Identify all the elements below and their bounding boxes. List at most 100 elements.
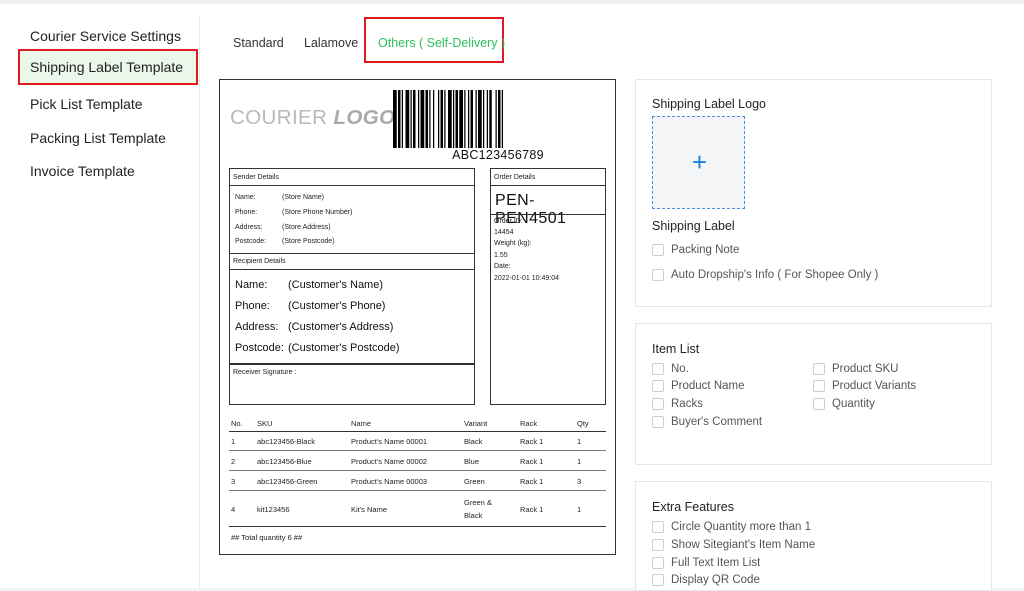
sender-details-title: Sender Details: [233, 174, 279, 181]
address-box: Sender Details Name: (Store Name) Phone:…: [229, 168, 475, 364]
settings-page: Courier Service Settings Shipping Label …: [0, 0, 1024, 591]
barcode-bar: [438, 90, 440, 148]
table-cell: 1: [577, 505, 582, 514]
th-name: Name: [351, 419, 372, 428]
th-rack: Rack: [520, 419, 538, 428]
checkbox-label: Auto Dropship's Info ( For Shopee Only ): [671, 269, 879, 281]
sender-postcode-value: (Store Postcode): [282, 238, 335, 245]
checkbox-label: Display QR Code: [671, 574, 760, 586]
sender-phone-value: (Store Phone Number): [282, 209, 353, 216]
barcode-bar: [489, 90, 492, 148]
checkbox-label: Buyer's Comment: [671, 416, 763, 428]
barcode-bar: [483, 90, 485, 148]
checkbox-label: No.: [671, 363, 689, 375]
divider: [491, 214, 605, 215]
tab-lalamove[interactable]: Lalamove: [304, 36, 358, 50]
barcode-bar: [429, 90, 431, 148]
checkbox-icon: [652, 416, 664, 428]
product-name-checkbox[interactable]: Product Name: [652, 380, 745, 392]
logo-upload-box[interactable]: +: [652, 116, 745, 209]
item-list-panel: Item List No. Product Name Racks Buyer's…: [635, 323, 992, 465]
top-divider: [0, 0, 1024, 4]
product-variants-checkbox[interactable]: Product Variants: [813, 380, 916, 392]
tab-others-self-delivery[interactable]: Others ( Self-Delivery ): [378, 36, 505, 50]
total-quantity: ## Total quantity 6 ##: [231, 533, 303, 542]
table-cell: Rack 1: [520, 437, 544, 446]
checkbox-icon: [813, 363, 825, 375]
sender-phone-label: Phone:: [235, 209, 258, 216]
tab-standard[interactable]: Standard: [233, 36, 284, 50]
no-checkbox[interactable]: No.: [652, 363, 689, 375]
extra-features-panel: Extra Features Circle Quantity more than…: [635, 481, 992, 591]
table-cell: 3: [577, 477, 582, 486]
recipient-postcode-label: Postcode:: [235, 342, 284, 354]
sender-name-value: (Store Name): [282, 194, 325, 201]
divider: [229, 450, 606, 451]
table-cell: Product's Name 00003: [351, 477, 428, 486]
recipient-address-label: Address:: [235, 321, 279, 333]
barcode-bar: [468, 90, 470, 148]
order-details-title: Order Details: [494, 174, 536, 181]
extra-features-title: Extra Features: [652, 500, 734, 514]
checkbox-label: Racks: [671, 398, 703, 410]
courier-logo-bold: LOGO: [333, 106, 396, 129]
th-variant: Variant: [464, 419, 488, 428]
barcode-bar: [478, 90, 482, 148]
sidebar-item-shipping-label-template[interactable]: Shipping Label Template: [18, 49, 198, 85]
barcode-bar: [425, 90, 428, 148]
sender-postcode-label: Postcode:: [235, 238, 267, 245]
auto-dropship-checkbox[interactable]: Auto Dropship's Info ( For Shopee Only ): [652, 269, 878, 281]
checkbox-label: Product SKU: [832, 363, 899, 375]
checkbox-label: Circle Quantity more than 1: [671, 521, 811, 533]
divider: [230, 253, 474, 254]
checkbox-icon: [652, 244, 664, 256]
table-cell: Product's Name 00002: [351, 457, 428, 466]
table-cell: 2: [231, 457, 236, 466]
barcode-bar: [405, 90, 410, 148]
sender-name-label: Name:: [235, 194, 256, 201]
quantity-checkbox[interactable]: Quantity: [813, 398, 875, 410]
item-list-title: Item List: [652, 342, 700, 356]
sidebar-item-invoice-template[interactable]: Invoice Template: [18, 153, 198, 189]
receiver-signature-label: Receiver Signature :: [233, 369, 297, 376]
barcode-bar: [470, 90, 473, 148]
sidebar-item-packing-list-template[interactable]: Packing List Template: [18, 120, 198, 156]
checkbox-icon: [652, 269, 664, 281]
circle-quantity-checkbox[interactable]: Circle Quantity more than 1: [652, 521, 811, 533]
show-item-name-checkbox[interactable]: Show Sitegiant's Item Name: [652, 539, 815, 551]
divider: [229, 490, 606, 491]
recipient-name-label: Name:: [235, 279, 268, 291]
signature-box: Receiver Signature :: [229, 364, 475, 405]
barcode-bar: [475, 90, 477, 148]
th-sku: SKU: [257, 419, 273, 428]
checkbox-icon: [652, 363, 664, 375]
barcode-bar: [464, 90, 466, 148]
checkbox-icon: [813, 398, 825, 410]
weight-label: Weight (kg):: [494, 240, 532, 247]
barcode-bar: [486, 90, 488, 148]
table-cell: Rack 1: [520, 505, 544, 514]
product-sku-checkbox[interactable]: Product SKU: [813, 363, 898, 375]
buyers-comment-checkbox[interactable]: Buyer's Comment: [652, 416, 762, 428]
racks-checkbox[interactable]: Racks: [652, 398, 703, 410]
checkbox-icon: [652, 398, 664, 410]
barcode-bar: [501, 90, 503, 148]
display-qr-code-checkbox[interactable]: Display QR Code: [652, 574, 760, 586]
barcode-bar: [393, 90, 397, 148]
table-cell: Rack 1: [520, 457, 544, 466]
th-no: No.: [231, 419, 243, 428]
shipping-label-preview: COURIER LOGO ABC123456789 Sender Details…: [219, 79, 616, 555]
packing-note-checkbox[interactable]: Packing Note: [652, 244, 739, 256]
sidebar-item-pick-list-template[interactable]: Pick List Template: [18, 86, 198, 122]
table-cell: abc123456-Black: [257, 437, 315, 446]
recipient-name-value: (Customer's Name): [288, 279, 384, 291]
divider: [229, 431, 606, 432]
shipping-label-title: Shipping Label: [652, 219, 735, 233]
full-text-item-list-checkbox[interactable]: Full Text Item List: [652, 557, 760, 569]
recipient-postcode-value: (Customer's Postcode): [288, 342, 400, 354]
recipient-phone-label: Phone:: [235, 300, 270, 312]
barcode-bar: [453, 90, 455, 148]
recipient-address-value: (Customer's Address): [288, 321, 394, 333]
checkbox-label: Full Text Item List: [671, 557, 761, 569]
checkbox-label: Product Name: [671, 380, 745, 392]
